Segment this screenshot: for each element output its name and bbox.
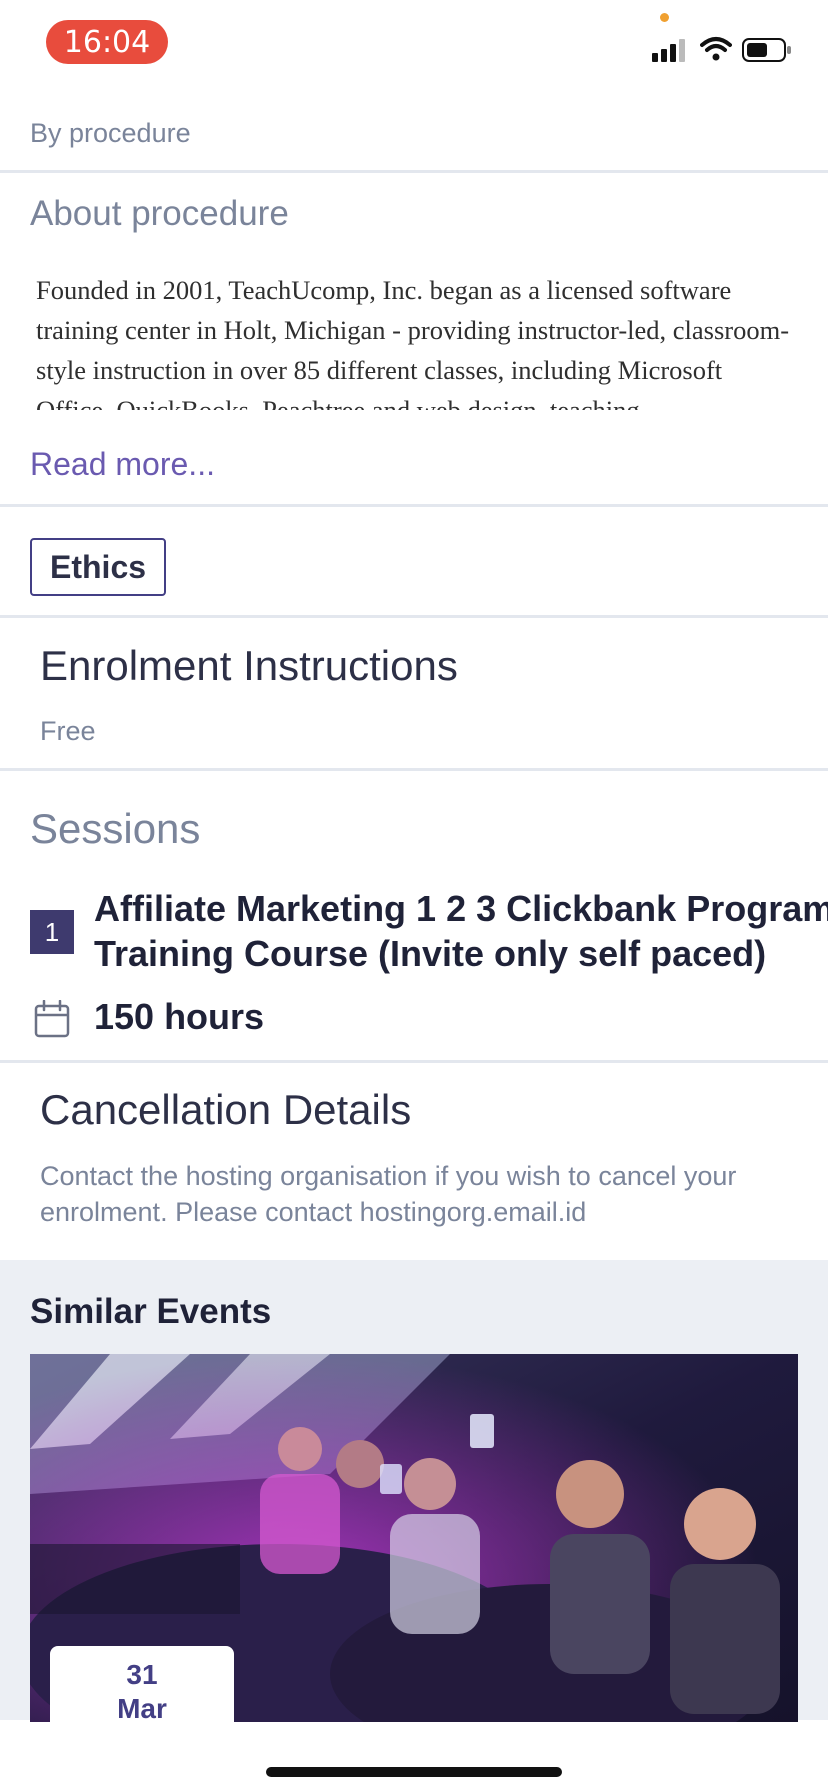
session-name-line2: Training Course (Invite only self paced) (94, 933, 767, 974)
sessions-title: Sessions (30, 805, 201, 852)
read-more-link[interactable]: Read more... (30, 446, 215, 483)
about-title: About procedure (30, 194, 289, 233)
home-indicator-area (0, 1722, 828, 1792)
enrolment-title: Enrolment Instructions (40, 642, 458, 689)
event-card[interactable]: 31 Mar (30, 1354, 798, 1734)
session-duration: 150 hours (94, 996, 265, 1037)
wifi-icon (700, 37, 732, 61)
calendar-icon (34, 1000, 70, 1038)
session-name[interactable]: Affiliate Marketing 1 2 3 Clickbank Prog… (94, 886, 828, 976)
similar-events-title: Similar Events (30, 1292, 272, 1331)
session-name-line1: Affiliate Marketing 1 2 3 Clickbank Prog… (94, 888, 828, 929)
enrolment-price: Free (40, 716, 96, 746)
tag-ethics[interactable]: Ethics (30, 538, 167, 596)
event-date-day: 31 (126, 1659, 158, 1690)
cancellation-title: Cancellation Details (40, 1086, 412, 1133)
event-date-badge: 31 Mar (50, 1646, 234, 1734)
divider (0, 1060, 828, 1063)
divider (0, 768, 828, 771)
battery-icon (742, 38, 791, 62)
divider (0, 170, 828, 173)
session-number-badge: 1 (30, 910, 74, 954)
status-time: 16:04 (46, 20, 168, 64)
cellular-signal-icon (652, 38, 690, 62)
similar-events-section: Similar Events 31 Mar (0, 1260, 828, 1734)
privacy-indicator-dot (660, 13, 669, 22)
about-body: Founded in 2001, TeachUcomp, Inc. began … (36, 275, 790, 410)
divider (0, 504, 828, 507)
status-bar: 16:04 (0, 0, 828, 92)
divider (0, 615, 828, 618)
cancellation-body: Contact the hosting organisation if you … (40, 1161, 737, 1227)
home-indicator[interactable] (266, 1767, 562, 1777)
event-date-month: Mar (117, 1693, 167, 1724)
organiser-label[interactable]: By procedure (30, 118, 191, 149)
